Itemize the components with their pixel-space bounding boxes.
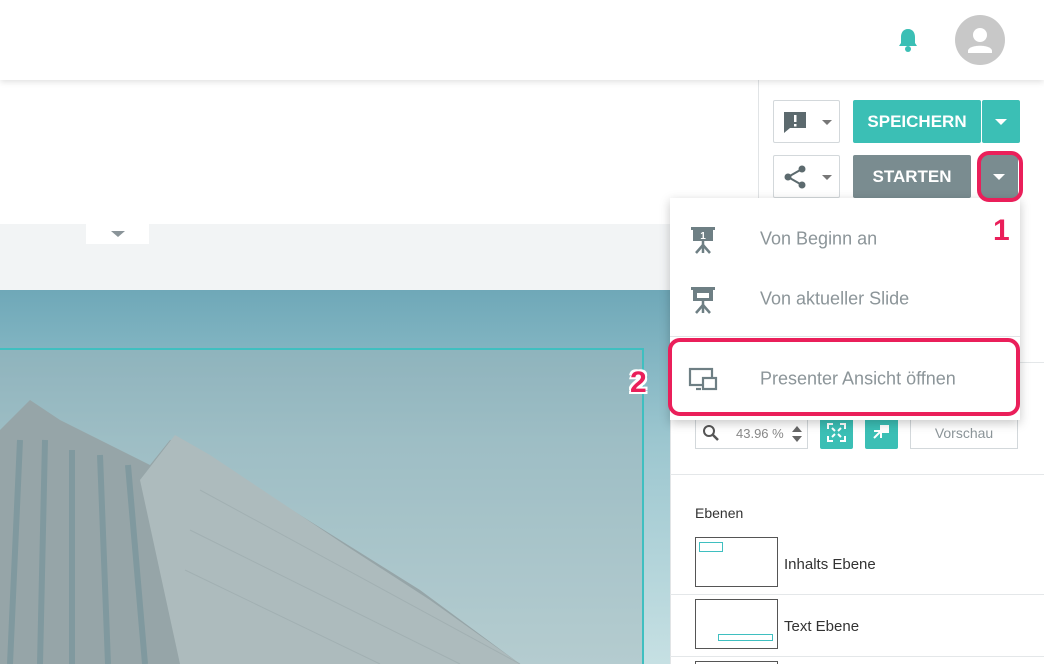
- menu-item-from-beginning[interactable]: 1 Von Beginn an: [670, 209, 1020, 269]
- zoom-stepper-icon[interactable]: [792, 425, 802, 443]
- collapse-panel-button[interactable]: [865, 416, 898, 449]
- divider: [670, 656, 1044, 657]
- chevron-down-icon: [822, 120, 832, 125]
- layer-thumbnail[interactable]: [695, 599, 778, 649]
- zoom-control[interactable]: 43.96 %: [695, 416, 808, 449]
- presentation-current-slide-icon: [691, 287, 715, 314]
- pointer-icon: [873, 425, 889, 439]
- annotation-number: 1: [993, 214, 1010, 247]
- slide-canvas[interactable]: [0, 290, 670, 664]
- bell-icon[interactable]: [896, 27, 920, 53]
- toolbar-expand-tab[interactable]: [86, 224, 149, 244]
- annotation-highlight-start-options: [977, 151, 1023, 202]
- user-avatar-icon[interactable]: [955, 15, 1005, 65]
- save-options-button[interactable]: [982, 100, 1020, 143]
- chevron-down-icon: [995, 118, 1007, 125]
- zoom-value[interactable]: 43.96 %: [736, 426, 784, 441]
- menu-divider: [670, 336, 1020, 337]
- divider: [670, 594, 1044, 595]
- expand-icon: [827, 423, 846, 442]
- layer-thumbnail[interactable]: [695, 537, 778, 587]
- layer-thumbnail-shape: [718, 634, 773, 641]
- divider: [670, 474, 1044, 475]
- preview-button[interactable]: Vorschau: [910, 416, 1018, 449]
- svg-text:1: 1: [700, 231, 706, 242]
- layer-name[interactable]: Text Ebene: [784, 618, 859, 635]
- feedback-icon: [784, 112, 806, 133]
- fit-to-screen-button[interactable]: [820, 416, 853, 449]
- selected-element-frame[interactable]: [0, 348, 644, 664]
- editor-toolbar: [0, 80, 758, 224]
- annotation-number: 2: [630, 366, 647, 399]
- start-button[interactable]: STARTEN: [853, 155, 971, 198]
- annotation-highlight-presenter-view: [668, 338, 1020, 416]
- menu-item-from-current-slide[interactable]: Von aktueller Slide: [670, 269, 1020, 329]
- share-button[interactable]: [773, 155, 840, 198]
- presentation-first-slide-icon: 1: [691, 227, 715, 254]
- share-icon: [784, 165, 806, 189]
- chevron-down-icon: [111, 231, 125, 237]
- search-icon: [703, 425, 719, 441]
- feedback-button[interactable]: [773, 100, 840, 143]
- menu-item-label: Von aktueller Slide: [760, 288, 910, 309]
- layer-name[interactable]: Inhalts Ebene: [784, 556, 876, 573]
- menu-item-label: Von Beginn an: [760, 228, 878, 249]
- top-bar: [0, 0, 1044, 80]
- save-button[interactable]: SPEICHERN: [853, 100, 981, 143]
- layers-title: Ebenen: [695, 505, 744, 521]
- chevron-down-icon: [822, 175, 832, 180]
- layer-thumbnail-shape: [699, 542, 723, 552]
